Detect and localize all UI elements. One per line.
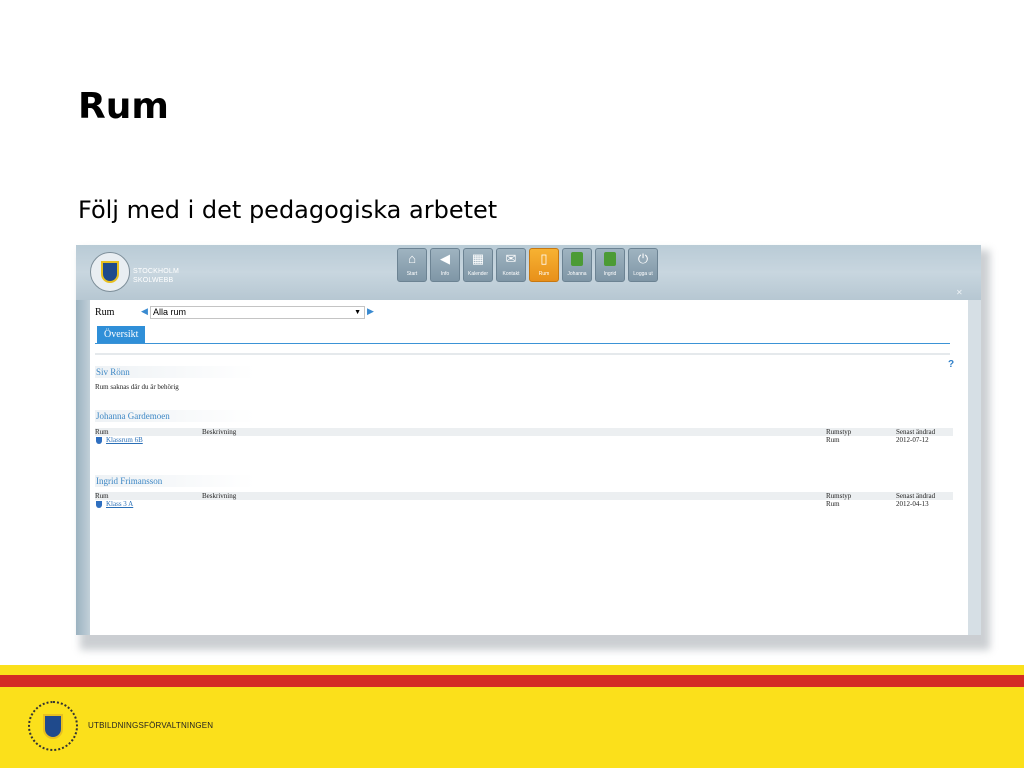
power-icon: ⏻ [637, 251, 649, 266]
user-add-icon [571, 252, 583, 268]
envelope-icon: ✉ [505, 251, 517, 266]
stockholm-seal-icon [90, 252, 130, 292]
room-content: Rum ◀ Alla rum ▼ ▶ Översikt ? Siv Rönn R… [90, 300, 968, 635]
divider [95, 353, 950, 355]
nav-ingrid-button[interactable]: Ingrid [595, 248, 625, 282]
left-strip [76, 300, 90, 635]
chevron-down-icon: ▼ [354, 309, 361, 316]
room-icon: ▯ [540, 251, 548, 266]
person-heading: Ingrid Frimansson [95, 475, 255, 487]
app-logo-text: STOCKHOLM SKOLWEBB [133, 268, 180, 284]
room-select[interactable]: Alla rum ▼ [150, 306, 365, 319]
person-heading: Siv Rönn [95, 366, 255, 378]
app-header: STOCKHOLM SKOLWEBB ⌂ Start ◀ Info ▦ Kale… [76, 245, 981, 300]
slide-subtitle: Följ med i det pedagogiska arbetet [78, 196, 498, 224]
tab-underline [95, 343, 950, 344]
arrow-right-icon[interactable]: ▶ [367, 306, 374, 317]
no-rooms-note: Rum saknas där du är behörig [95, 383, 179, 391]
table-header: Rum Beskrivning Rumstyp Senast ändrad [95, 492, 953, 500]
footer-band-red [0, 675, 1024, 687]
nav-kalender-button[interactable]: ▦ Kalender [463, 248, 493, 282]
room-shield-icon [96, 501, 102, 508]
slide-title: Rum [78, 86, 169, 127]
nav-rum-button[interactable]: ▯ Rum [529, 248, 559, 282]
nav-info-button[interactable]: ◀ Info [430, 248, 460, 282]
room-shield-icon [96, 437, 102, 444]
table-row: Klass 3 A Rum 2012-04-13 [95, 500, 953, 509]
table-row: Klassrum 6B Rum 2012-07-12 [95, 436, 953, 445]
footer-band-yellow [0, 665, 1024, 675]
nav-johanna-button[interactable]: Johanna [562, 248, 592, 282]
app-screenshot: STOCKHOLM SKOLWEBB ⌂ Start ◀ Info ▦ Kale… [76, 245, 981, 635]
help-icon[interactable]: ? [948, 359, 954, 370]
table-header: Rum Beskrivning Rumstyp Senast ändrad [95, 428, 953, 436]
home-icon: ⌂ [408, 251, 416, 266]
calendar-icon: ▦ [471, 251, 485, 266]
room-label: Rum [95, 307, 115, 318]
tab-oversikt[interactable]: Översikt [97, 326, 146, 343]
person-heading: Johanna Gardemoen [95, 410, 255, 422]
nav-logout-button[interactable]: ⏻ Logga ut [628, 248, 658, 282]
nav-kontakt-button[interactable]: ✉ Kontakt [496, 248, 526, 282]
arrow-left-icon[interactable]: ◀ [141, 306, 148, 317]
user-add-icon [604, 252, 616, 268]
main-nav: ⌂ Start ◀ Info ▦ Kalender ✉ Kontakt ▯ Ru… [397, 248, 658, 282]
room-link[interactable]: Klassrum 6B [106, 436, 143, 445]
nav-start-button[interactable]: ⌂ Start [397, 248, 427, 282]
megaphone-icon: ◀ [440, 251, 450, 266]
footer-org-name: UTBILDNINGSFÖRVALTNINGEN [88, 721, 214, 730]
stockholm-seal-icon [28, 701, 78, 751]
close-icon[interactable]: ✕ [956, 288, 963, 297]
room-link[interactable]: Klass 3 A [106, 500, 133, 509]
